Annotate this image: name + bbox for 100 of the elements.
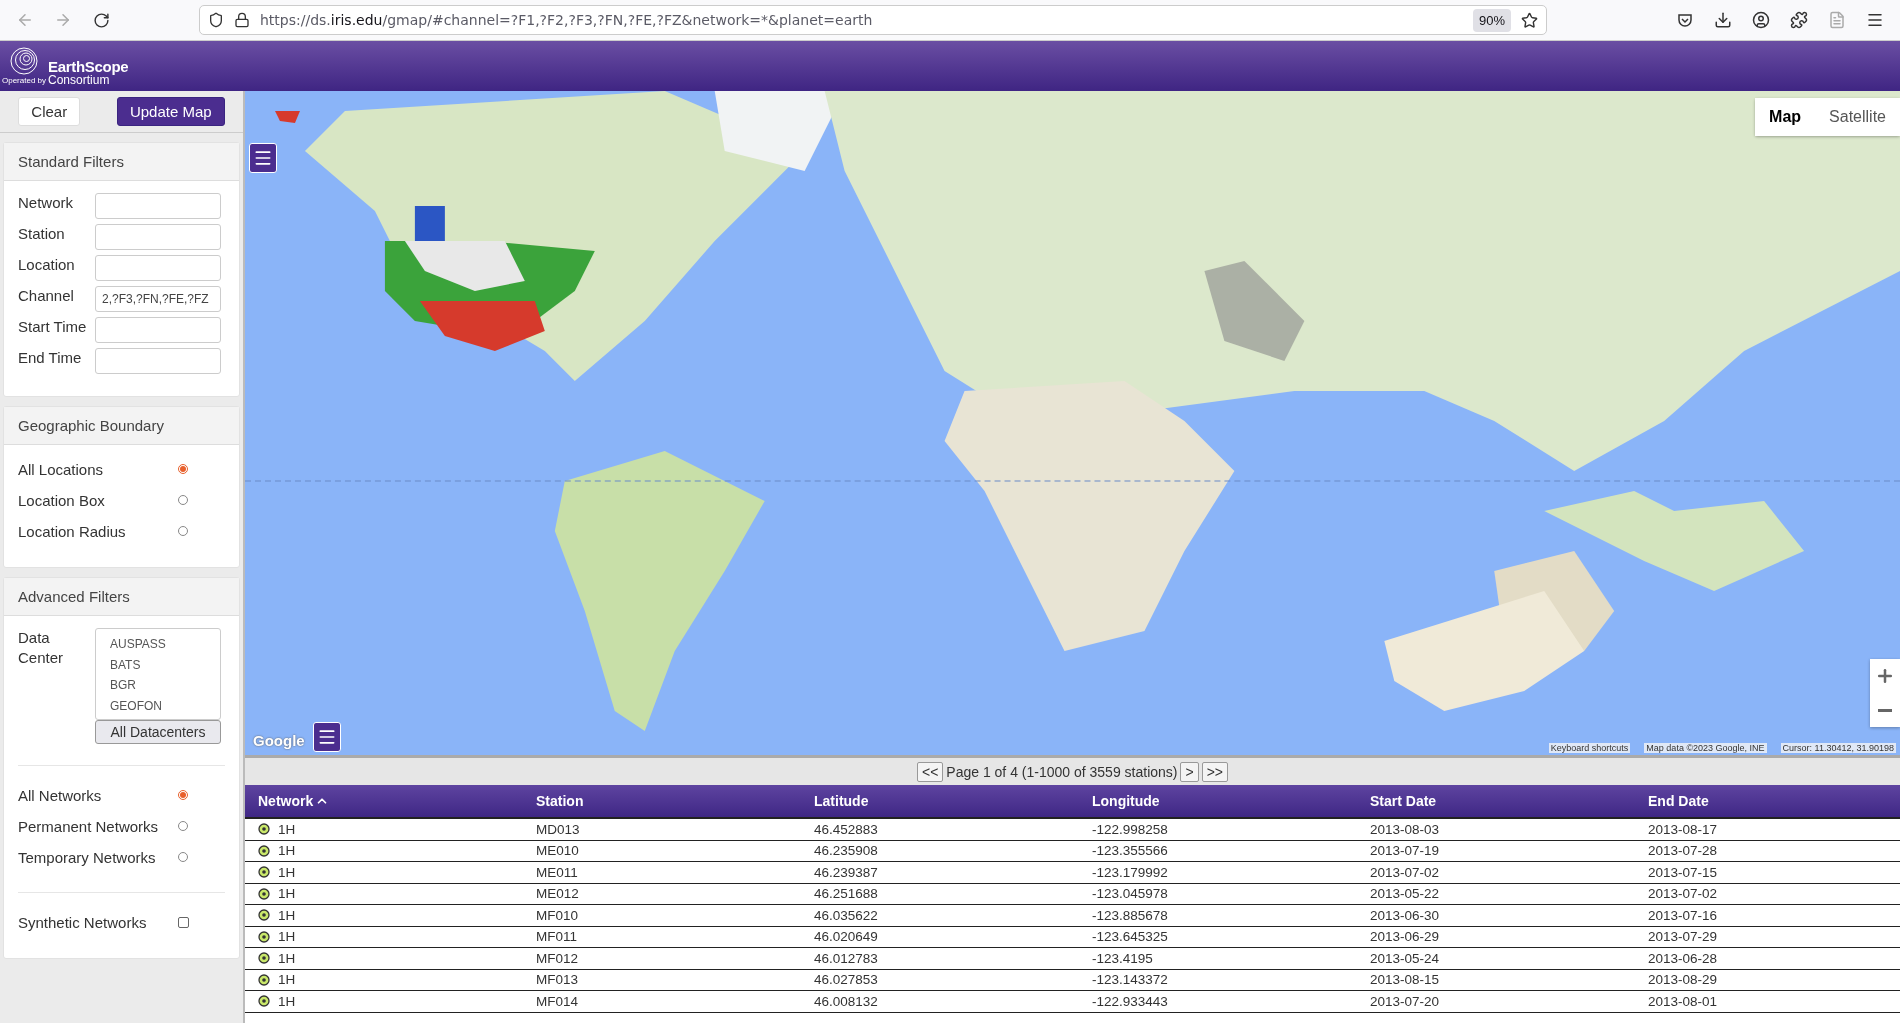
table-cell-text: 46.239387	[814, 864, 879, 880]
column-header[interactable]: Start Date	[1370, 793, 1648, 809]
field-label: Station	[18, 224, 66, 244]
input-field[interactable]	[95, 348, 221, 374]
table-cell-text: 2013-08-01	[1648, 993, 1719, 1009]
operated-by-text: Operated by	[2, 76, 47, 85]
table-cell-text: ME012	[536, 886, 580, 902]
table-cell: 1H	[278, 821, 296, 837]
table-cell-text: 2013-05-22	[1370, 886, 1441, 902]
zoom-level-badge[interactable]: 90%	[1472, 8, 1511, 32]
table-cell: 1H	[278, 950, 296, 966]
zoom-out-button[interactable]	[1870, 693, 1900, 727]
option-label: Synthetic Networks	[18, 913, 148, 933]
table-cell-text: -123.045978	[1092, 886, 1169, 902]
brand-subtitle: Consortium	[48, 74, 110, 86]
column-header[interactable]: Latitude	[814, 793, 1092, 809]
station-marker-icon	[258, 930, 270, 943]
table-cell-text: 2013-07-02	[1370, 864, 1441, 880]
table-cell-text: -123.179992	[1092, 864, 1169, 880]
first-page-button[interactable]: <<	[916, 761, 944, 782]
option-label: All Networks	[18, 786, 103, 806]
table-cell-text: MF012	[536, 950, 580, 966]
page-icon	[1828, 11, 1846, 29]
table-cell-text: -123.355566	[1092, 843, 1169, 859]
station-marker-icon	[258, 887, 270, 900]
update-map-button[interactable]: Update Map	[116, 97, 225, 126]
table-cell-text: MF011	[536, 929, 578, 945]
menu-button[interactable]	[313, 722, 341, 752]
table-cell-text: -123.645325	[1092, 929, 1169, 945]
address-bar[interactable]: https://ds.iris.edu/gmap/#channel=?F1,?F2,?F3,?FN,?FE,?FZ&network=*&planet=earth 90%	[199, 5, 1547, 35]
table-cell-text: 46.235908	[814, 843, 879, 859]
last-page-button[interactable]: >>	[1201, 761, 1229, 782]
radio-button[interactable]	[178, 464, 188, 474]
list-item[interactable]: GEOFON	[110, 695, 220, 716]
option-label: All Locations	[18, 460, 105, 480]
station-marker-icon	[258, 952, 270, 965]
field-label: Start Time	[18, 317, 88, 337]
lock-icon	[234, 12, 250, 28]
checkbox[interactable]	[178, 917, 189, 928]
table-cell-text: 46.035622	[814, 907, 879, 923]
panel-title: Geographic Boundary	[4, 407, 239, 445]
table-cell-text: 46.008132	[814, 993, 879, 1009]
bookmark-star-icon[interactable]	[1521, 11, 1538, 29]
map-attribution-text: Map data ©2023 Google, INE	[1644, 743, 1767, 753]
table-cell-text: MF013	[536, 972, 580, 988]
zoom-in-button[interactable]	[1870, 659, 1900, 693]
url-text: https://ds.iris.edu/gmap/#channel=?F1,?F2,?F3,?FN,?FE,?FZ&network=*&planet=earth	[260, 12, 874, 28]
account-icon	[1752, 11, 1770, 29]
table-cell-text: 2013-06-28	[1648, 950, 1719, 966]
list-item[interactable]: BATS	[110, 654, 220, 675]
table-cell: 1H	[278, 843, 296, 859]
map-attribution-text[interactable]: Keyboard shortcuts	[1548, 743, 1631, 753]
column-header[interactable]: End Date	[1648, 793, 1900, 809]
table-cell-text: 2013-08-03	[1370, 821, 1441, 837]
map-logo-text: Google	[253, 732, 305, 749]
table-cell-text: 46.452883	[814, 821, 879, 837]
menu-button[interactable]	[249, 143, 277, 173]
data-center-list[interactable]: AUSPASS BATS BGR GEOFON	[95, 628, 221, 720]
station-marker-icon	[258, 866, 270, 879]
input-field[interactable]	[95, 224, 221, 250]
all-datacenters-button[interactable]: All Datacenters	[95, 720, 221, 744]
input-field[interactable]	[95, 317, 221, 343]
table-cell-text: -122.933443	[1092, 993, 1169, 1009]
table-cell-text: 2013-08-15	[1370, 972, 1441, 988]
puzzle-icon	[1790, 11, 1808, 29]
list-item[interactable]: BGR	[110, 675, 220, 696]
list-item[interactable]: AUSPASS	[110, 634, 220, 655]
radio-button[interactable]	[178, 790, 188, 800]
map-type-tab[interactable]: Satellite	[1815, 98, 1900, 136]
table-cell-text: 46.012783	[814, 950, 879, 966]
table-cell-text: 46.020649	[814, 929, 879, 945]
table-cell: 1H	[278, 972, 296, 988]
column-header[interactable]: Longitude	[1092, 793, 1370, 809]
next-page-button[interactable]: >	[1180, 761, 1199, 782]
table-cell-text: -122.998258	[1092, 821, 1169, 837]
shield-icon	[208, 12, 224, 28]
plus-icon	[1875, 666, 1895, 686]
input-field[interactable]	[95, 255, 221, 281]
panel-title: Advanced Filters	[4, 578, 239, 616]
menu-icon	[253, 148, 273, 168]
field-label: End Time	[18, 348, 83, 368]
reload-icon	[92, 11, 110, 29]
option-label: Permanent Networks	[18, 817, 160, 837]
table-cell-text: ME010	[536, 843, 580, 859]
column-header[interactable]: Station	[536, 793, 814, 809]
table-cell-text: 2013-07-29	[1648, 929, 1719, 945]
map-type-tab[interactable]: Map	[1755, 98, 1816, 136]
spiral-logo-icon	[9, 46, 39, 76]
table-cell-text: -123.885678	[1092, 907, 1169, 923]
clear-button[interactable]: Clear	[18, 97, 81, 126]
table-cell-text: 2013-07-16	[1648, 907, 1719, 923]
table-cell: 1H	[278, 907, 296, 923]
column-header[interactable]: Network	[258, 793, 536, 809]
field-label: Location	[18, 255, 76, 275]
input-field[interactable]	[95, 193, 221, 219]
minus-icon	[1878, 708, 1892, 712]
field-label: Network	[18, 193, 74, 213]
option-label: Temporary Networks	[18, 848, 157, 868]
table-cell-text: -123.143372	[1092, 972, 1169, 988]
input-field[interactable]: 2,?F3,?FN,?FE,?FZ	[95, 286, 221, 312]
